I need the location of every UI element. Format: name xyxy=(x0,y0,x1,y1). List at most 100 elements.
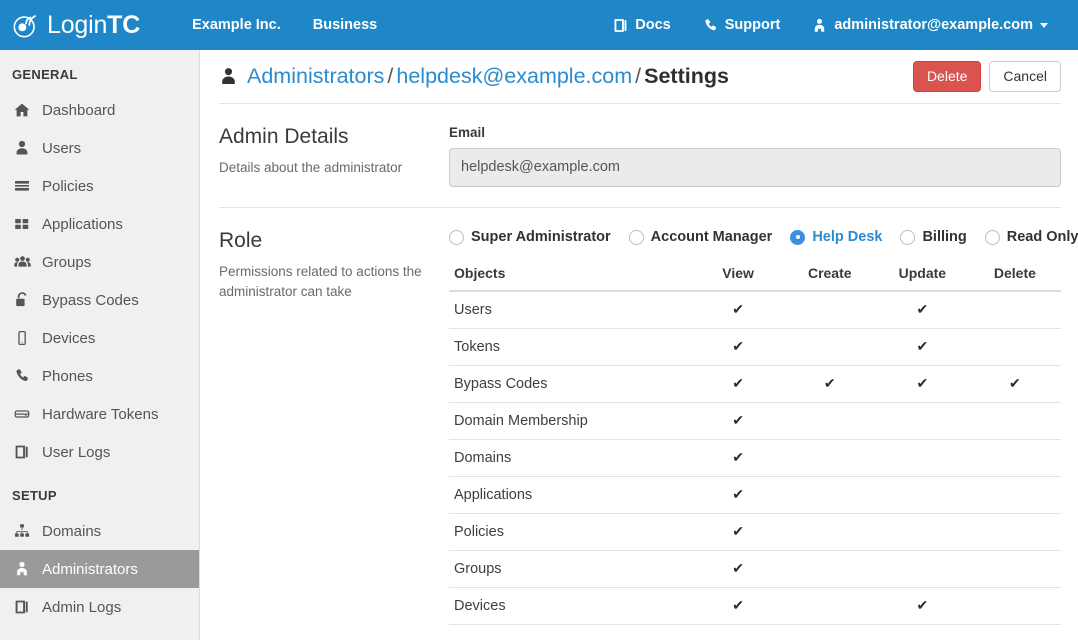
section-description: Details about the administrator xyxy=(219,160,403,176)
sidebar: GENERAL Dashboard Users Policies Applica… xyxy=(0,50,200,640)
sidebar-item-hardware-tokens[interactable]: Hardware Tokens xyxy=(0,395,199,433)
column-header-view: View xyxy=(692,259,784,292)
permission-object-name: Tokens xyxy=(449,328,693,366)
breadcrumb-current: Settings xyxy=(644,63,729,88)
sidebar-item-admin-logs[interactable]: Admin Logs xyxy=(0,588,199,626)
nav-item-account-menu[interactable]: administrator@example.com xyxy=(796,0,1064,50)
sliders-icon xyxy=(14,178,38,194)
role-option-billing[interactable]: Billing xyxy=(900,229,967,245)
check-icon: ✔ xyxy=(823,374,836,391)
nav-item-example-inc[interactable]: Example Inc. xyxy=(176,0,297,50)
cancel-button[interactable]: Cancel xyxy=(989,60,1061,93)
sidebar-item-label: Domains xyxy=(42,522,102,540)
nav-item-label: administrator@example.com xyxy=(834,17,1033,33)
check-icon: ✔ xyxy=(732,337,744,354)
check-icon: ✔ xyxy=(732,448,744,465)
book-icon xyxy=(14,599,38,615)
table-row: Users ✔ ✔ xyxy=(449,291,1061,329)
permission-object-name: Users xyxy=(449,291,693,329)
sidebar-item-user-logs[interactable]: User Logs xyxy=(0,433,199,471)
role-section: Role Permissions related to actions the … xyxy=(219,208,1078,640)
permission-cell-delete xyxy=(968,587,1061,625)
sidebar-item-label: Admin Logs xyxy=(42,598,122,616)
permission-cell-update xyxy=(875,439,969,477)
role-option-help-desk[interactable]: Help Desk xyxy=(790,229,882,245)
permission-cell-create xyxy=(783,476,876,514)
nav-item-docs[interactable]: Docs xyxy=(597,0,686,50)
admin-details-section: Admin Details Details about the administ… xyxy=(219,104,1061,207)
table-row: Policies ✔ xyxy=(449,513,1061,551)
nav-item-business[interactable]: Business xyxy=(297,0,393,50)
email-field[interactable]: helpdesk@example.com xyxy=(449,148,1061,187)
check-icon: ✔ xyxy=(732,559,744,576)
nav-left-group: Example Inc. Business xyxy=(176,0,393,50)
sidebar-item-users[interactable]: Users xyxy=(0,129,199,167)
check-icon: ✔ xyxy=(916,300,929,317)
permission-cell-view: ✔ xyxy=(692,439,784,477)
brand-logo-link[interactable]: LoginTC xyxy=(0,0,150,50)
radio-icon xyxy=(628,229,644,245)
breadcrumb-link-helpdesk[interactable]: helpdesk@example.com xyxy=(396,64,632,88)
breadcrumb-link-administrators[interactable]: Administrators xyxy=(247,64,384,88)
user-icon xyxy=(14,140,38,156)
permission-cell-view: ✔ xyxy=(692,476,784,514)
permission-cell-create xyxy=(783,550,876,588)
sidebar-item-applications[interactable]: Applications xyxy=(0,205,199,243)
permission-cell-view: ✔ xyxy=(692,550,784,588)
permission-cell-delete xyxy=(968,513,1061,551)
permission-cell-view: ✔ xyxy=(692,513,784,551)
sidebar-item-label: Devices xyxy=(42,329,96,347)
permission-cell-delete xyxy=(968,402,1061,440)
column-header-objects: Objects xyxy=(449,259,693,292)
check-icon: ✔ xyxy=(732,411,744,428)
sidebar-item-policies[interactable]: Policies xyxy=(0,167,199,205)
table-row: Domain Membership ✔ xyxy=(449,402,1061,440)
admin-details-fields: Email helpdesk@example.com xyxy=(449,125,1061,187)
check-icon: ✔ xyxy=(732,485,744,502)
permission-cell-create xyxy=(783,439,876,477)
sidebar-item-groups[interactable]: Groups xyxy=(0,243,199,281)
table-header-row: Objects View Create Update Delete xyxy=(449,259,1061,292)
role-option-super-administrator[interactable]: Super Administrator xyxy=(449,229,611,245)
permission-cell-delete xyxy=(968,550,1061,588)
sidebar-item-domains[interactable]: Domains xyxy=(0,512,199,550)
permission-cell-update: ✔ xyxy=(875,365,969,403)
user-icon xyxy=(219,67,238,86)
sidebar-item-bypass-codes[interactable]: Bypass Codes xyxy=(0,281,199,319)
table-row: Domains ✔ xyxy=(449,439,1061,477)
role-option-account-manager[interactable]: Account Manager xyxy=(628,229,772,245)
permission-cell-update: ✔ xyxy=(875,291,969,329)
section-description: Permissions related to actions the admin… xyxy=(219,264,422,299)
nav-item-label: Docs xyxy=(635,17,671,33)
permissions-table-head: Objects View Create Update Delete xyxy=(449,259,1061,292)
sidebar-item-phones[interactable]: Phones xyxy=(0,357,199,395)
check-icon: ✔ xyxy=(916,596,929,613)
permission-cell-create xyxy=(783,402,876,440)
check-icon: ✔ xyxy=(916,337,929,354)
check-icon: ✔ xyxy=(732,300,744,317)
permission-object-name: Bypass Codes xyxy=(449,365,693,403)
nav-item-support[interactable]: Support xyxy=(687,0,797,50)
role-option-read-only[interactable]: Read Only xyxy=(984,229,1078,245)
radio-icon xyxy=(900,229,916,245)
permission-cell-delete xyxy=(968,328,1061,366)
check-icon: ✔ xyxy=(732,374,744,391)
permission-cell-delete xyxy=(968,291,1061,329)
column-header-create: Create xyxy=(783,259,876,292)
logintc-logo-icon xyxy=(13,15,36,38)
content-body: Admin Details Details about the administ… xyxy=(201,103,1078,640)
permission-object-name: Domains xyxy=(449,439,693,477)
sidebar-item-administrators[interactable]: Administrators xyxy=(0,550,199,588)
sidebar-item-devices[interactable]: Devices xyxy=(0,319,199,357)
sidebar-item-dashboard[interactable]: Dashboard xyxy=(0,91,199,129)
permission-cell-update xyxy=(875,513,969,551)
radio-icon xyxy=(984,229,1000,245)
nav-item-label: Business xyxy=(312,17,378,33)
sidebar-item-label: Bypass Codes xyxy=(42,291,139,309)
delete-button[interactable]: Delete xyxy=(912,60,982,93)
admin-details-heading-group: Admin Details Details about the administ… xyxy=(219,125,449,187)
permission-object-name: Applications xyxy=(449,476,693,514)
brand-text: LoginTC xyxy=(47,12,140,38)
sidebar-item-label: Dashboard xyxy=(42,101,116,119)
permission-object-name: Policies xyxy=(449,513,693,551)
